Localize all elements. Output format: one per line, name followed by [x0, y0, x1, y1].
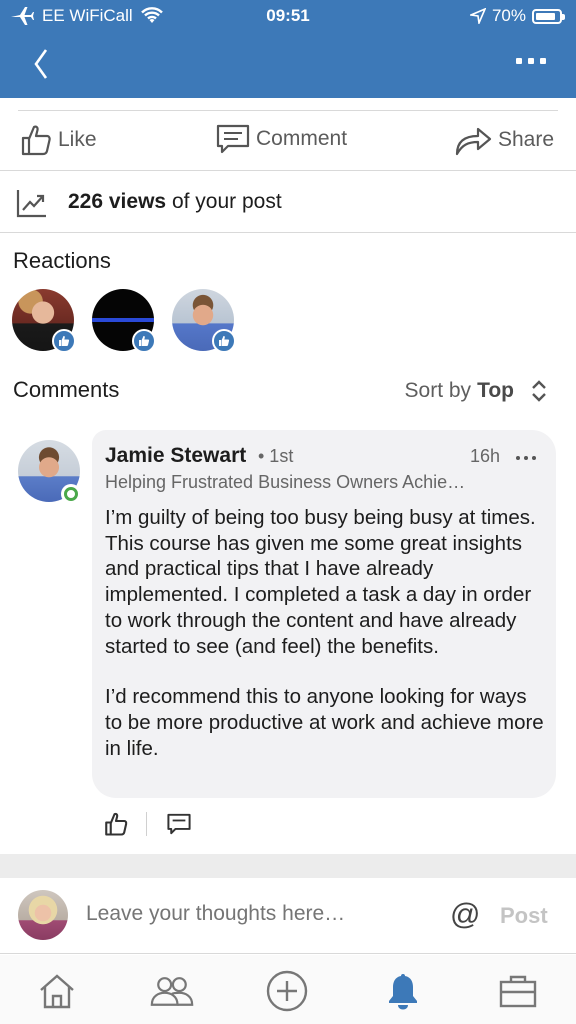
- commenter-headline: Helping Frustrated Business Owners Achie…: [105, 472, 466, 492]
- post-views-row[interactable]: 226 views of your post: [0, 172, 576, 233]
- views-chart-icon: [16, 188, 48, 223]
- my-avatar: [18, 890, 68, 940]
- connection-degree: • 1st: [258, 446, 294, 466]
- thumbs-up-icon: [21, 125, 51, 156]
- top-app-bar: EE WiFiCall 09:51 70%: [0, 0, 576, 98]
- battery-percent: 70%: [491, 6, 526, 25]
- nav-post[interactable]: [265, 969, 309, 1013]
- nav-home[interactable]: [35, 969, 79, 1013]
- section-divider: [0, 854, 576, 878]
- location-arrow-icon: [469, 8, 486, 24]
- comment-bubble: Jamie Stewart • 1st 16h Helping Frustrat…: [92, 430, 556, 798]
- share-icon: [455, 127, 492, 156]
- comment-paragraph: I’d recommend this to anyone looking for…: [105, 685, 544, 760]
- share-label: Share: [498, 128, 555, 151]
- like-button[interactable]: Like: [20, 124, 97, 156]
- comment-paragraph: I’m guilty of being too busy being busy …: [105, 506, 536, 658]
- reply-icon[interactable]: [167, 813, 191, 835]
- like-label: Like: [58, 128, 97, 151]
- like-badge-icon: [212, 329, 236, 353]
- sort-chevrons-icon: [532, 380, 546, 402]
- share-button[interactable]: Share: [454, 124, 554, 156]
- views-text: 226 views of your post: [68, 190, 282, 214]
- post-action-bar: Like Comment Share: [0, 112, 576, 171]
- comment-input[interactable]: [86, 902, 426, 926]
- comment-button[interactable]: Comment: [216, 124, 347, 154]
- post-icon: [266, 970, 308, 1012]
- commenter-name[interactable]: Jamie Stewart: [105, 444, 246, 468]
- notifications-icon: [389, 974, 417, 1010]
- like-badge-icon: [132, 329, 156, 353]
- comment-icon: [216, 124, 250, 154]
- comment-composer: @ Post: [0, 878, 576, 954]
- comment-actions: [104, 810, 191, 838]
- my-network-icon: [150, 977, 194, 1006]
- comment-label: Comment: [256, 127, 348, 150]
- views-suffix: of your post: [171, 190, 282, 213]
- comments-heading: Comments: [13, 377, 120, 402]
- chevron-left-icon: [34, 49, 48, 79]
- status-right: 70%: [469, 6, 565, 26]
- nav-jobs[interactable]: [496, 969, 540, 1013]
- divider: [146, 812, 147, 836]
- thumbs-up-icon[interactable]: [104, 812, 128, 836]
- comment-time: 16h: [470, 446, 501, 466]
- home-icon: [40, 974, 74, 1009]
- online-status-icon: [61, 484, 81, 504]
- sort-prefix: Sort by: [404, 379, 472, 402]
- views-count: 226 views: [68, 190, 167, 213]
- nav-notifications[interactable]: [381, 969, 425, 1013]
- bottom-navigation: [0, 955, 576, 1024]
- like-badge-icon: [52, 329, 76, 353]
- more-horizontal-icon: [516, 58, 522, 64]
- status-bar: EE WiFiCall 09:51 70%: [0, 0, 576, 34]
- reactions-heading: Reactions: [13, 248, 111, 273]
- comment-body: I’m guilty of being too busy being busy …: [105, 505, 545, 761]
- post-button[interactable]: Post: [500, 903, 548, 929]
- more-options-button[interactable]: [516, 58, 550, 70]
- battery-icon: [532, 8, 565, 24]
- more-horizontal-icon: [516, 456, 520, 460]
- back-button[interactable]: [30, 46, 54, 82]
- nav-my-network[interactable]: [150, 969, 194, 1013]
- comment-more-button[interactable]: [516, 456, 536, 460]
- sort-dropdown[interactable]: Sort by Top: [405, 378, 550, 404]
- sort-value: Top: [477, 379, 514, 402]
- mention-at-icon[interactable]: @: [450, 900, 480, 930]
- jobs-icon: [499, 975, 537, 1008]
- divider: [18, 110, 558, 111]
